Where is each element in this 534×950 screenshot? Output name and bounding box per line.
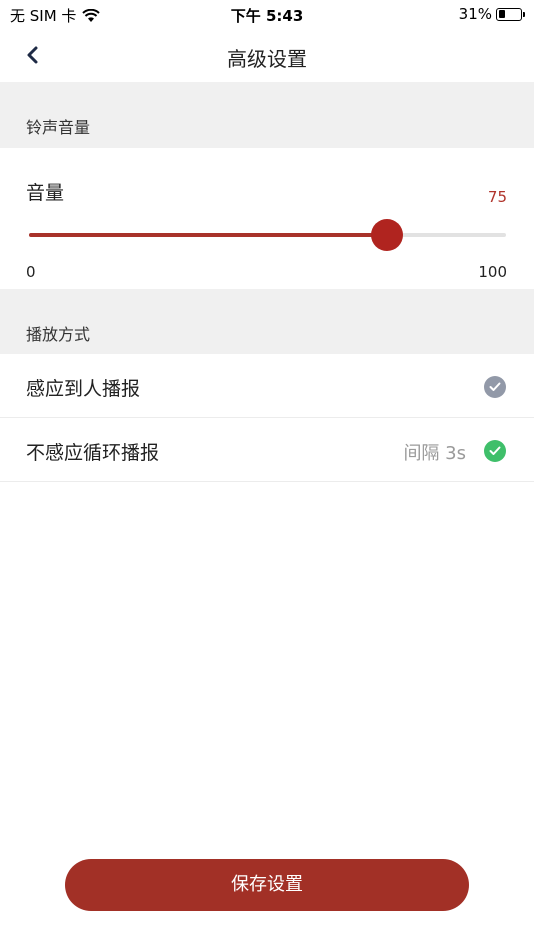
option-label: 不感应循环播报 bbox=[26, 442, 160, 464]
section-header-label: 铃声音量 bbox=[26, 118, 91, 137]
slider-fill bbox=[29, 233, 387, 237]
page-title: 高级设置 bbox=[227, 47, 307, 71]
slider-thumb[interactable] bbox=[370, 219, 403, 251]
status-bar: 无 SIM 卡 下午 5:43 31% bbox=[0, 0, 534, 28]
volume-label: 音量 bbox=[26, 182, 65, 204]
option-interval: 间隔 3s bbox=[403, 443, 466, 464]
slider-min-label: 0 bbox=[26, 263, 36, 281]
battery-percent: 31% bbox=[458, 5, 492, 23]
slider-max-label: 100 bbox=[478, 263, 507, 281]
section-header-label: 播放方式 bbox=[26, 325, 91, 344]
battery-icon bbox=[496, 7, 525, 21]
navigation-bar: 高级设置 bbox=[0, 28, 534, 82]
battery-status: 31% bbox=[458, 5, 525, 23]
section-header-playback: 播放方式 bbox=[0, 289, 534, 354]
battery-fill bbox=[498, 10, 505, 18]
volume-value: 75 bbox=[487, 188, 507, 206]
volume-slider[interactable] bbox=[29, 218, 506, 252]
check-circle-icon[interactable] bbox=[484, 440, 506, 462]
section-header-ringtone: 铃声音量 bbox=[0, 82, 534, 148]
check-circle-icon[interactable] bbox=[484, 376, 506, 398]
option-label: 感应到人播报 bbox=[26, 378, 141, 400]
playback-option-sense-person[interactable]: 感应到人播报 bbox=[0, 354, 534, 418]
status-time: 下午 5:43 bbox=[230, 7, 304, 25]
save-settings-button[interactable]: 保存设置 bbox=[65, 859, 469, 911]
playback-option-loop[interactable]: 不感应循环播报 间隔 3s bbox=[0, 418, 534, 482]
